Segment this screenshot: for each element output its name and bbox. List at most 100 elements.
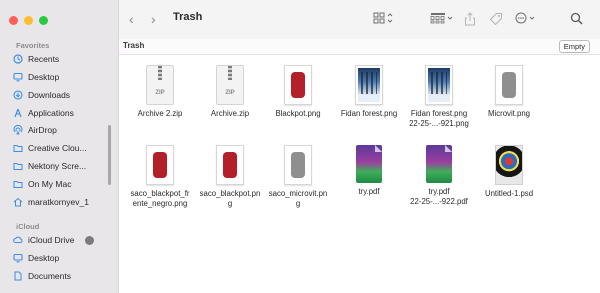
file-item[interactable]: Microvit.png (473, 65, 545, 119)
sidebar-item-documents[interactable]: Documents (13, 268, 71, 284)
sidebar-item-nektony[interactable]: Nektony Scre... (13, 158, 86, 174)
image-thumbnail (495, 65, 523, 105)
file-name: saco_blackpot.pn (199, 189, 261, 198)
file-name: Archive.zip (210, 109, 250, 118)
cloud-icon (13, 236, 23, 243)
file-name-line2: g (227, 199, 233, 208)
pdf-file-icon (426, 145, 452, 183)
file-item[interactable]: Fidan forest.png 22-25-...-921.png (403, 65, 475, 129)
document-icon (14, 271, 22, 281)
image-thumbnail (284, 145, 312, 185)
file-name: try.pdf (358, 187, 380, 196)
sidebar-item-label: Downloads (28, 90, 71, 100)
file-item[interactable]: ZIP Archive.zip (194, 65, 266, 119)
toolbar: ‹ › Trash (119, 0, 600, 40)
sidebar-item-label: Desktop (28, 253, 60, 263)
icon-view-button[interactable] (373, 12, 393, 24)
image-thumbnail (146, 145, 174, 185)
file-item[interactable]: try.pdf 22-25-...-922.pdf (403, 145, 475, 207)
home-icon (13, 197, 23, 207)
psd-file-icon (495, 145, 523, 185)
sync-status-icon (85, 235, 95, 245)
sidebar-item-creative-cloud[interactable]: Creative Clou... (13, 140, 87, 156)
sidebar-item-label: Documents (28, 271, 71, 281)
file-grid: ZIP Archive 2.zip ZIP Archive.zip Blackp… (119, 55, 600, 293)
file-name: Blackpot.png (275, 109, 321, 118)
file-name: Fidan forest.png (340, 109, 398, 118)
file-name: Fidan forest.png (410, 109, 468, 118)
sidebar-item-airdrop[interactable]: AirDrop (13, 122, 57, 138)
file-name: Archive 2.zip (137, 109, 183, 118)
favorites-section-title: Favorites (16, 41, 50, 50)
file-item[interactable]: try.pdf (333, 145, 405, 197)
sidebar-item-icloud-desktop[interactable]: Desktop (13, 250, 59, 266)
file-item[interactable]: ZIP Archive 2.zip (124, 65, 196, 119)
file-name-line2: ente_negro.png (132, 199, 188, 208)
tag-icon[interactable] (489, 12, 503, 26)
empty-trash-button[interactable]: Empty (558, 40, 590, 53)
file-name: saco_microvit.pn (268, 189, 328, 198)
sidebar-item-label: Desktop (28, 72, 60, 82)
window-title: Trash (173, 11, 203, 23)
image-thumbnail (216, 145, 244, 185)
file-name: Untitled-1.psd (484, 189, 534, 198)
file-name: Microvit.png (487, 109, 531, 118)
desktop-icon (13, 253, 23, 263)
sidebar-item-desktop[interactable]: Desktop (13, 69, 59, 85)
pdf-file-icon (356, 145, 382, 183)
image-thumbnail (355, 65, 383, 105)
sidebar-item-icloud-drive[interactable]: iCloud Drive (13, 232, 95, 248)
zip-file-icon: ZIP (216, 65, 244, 105)
close-button[interactable] (9, 16, 18, 25)
folder-label: Trash (123, 41, 145, 50)
applications-icon (14, 108, 22, 118)
icloud-section-title: iCloud (16, 222, 40, 231)
image-thumbnail (425, 65, 453, 105)
file-name-line2: 22-25-...-921.png (409, 119, 469, 128)
sidebar-item-recents[interactable]: Recents (13, 51, 59, 67)
finder-window: Favorites Recents Desktop Downloads Appl… (0, 0, 600, 293)
download-icon (13, 90, 23, 100)
zoom-button[interactable] (39, 16, 48, 25)
airdrop-icon (13, 125, 23, 135)
minimize-button[interactable] (24, 16, 33, 25)
forward-button[interactable]: › (151, 11, 156, 27)
file-item[interactable]: Untitled-1.psd (473, 145, 545, 199)
share-icon[interactable] (464, 12, 476, 26)
zip-file-icon: ZIP (146, 65, 174, 105)
window-controls (9, 16, 48, 25)
clock-icon (13, 54, 23, 64)
path-bar: Trash Empty (119, 39, 600, 55)
sidebar-item-label: maratkornyev_1 (28, 197, 89, 207)
file-name-line2: g (295, 199, 301, 208)
sidebar-item-applications[interactable]: Applications (13, 105, 74, 121)
group-by-button[interactable] (430, 12, 454, 24)
sidebar-item-downloads[interactable]: Downloads (13, 87, 70, 103)
folder-icon (13, 145, 23, 152)
file-item[interactable]: saco_blackpot.pn g (194, 145, 266, 209)
desktop-icon (13, 72, 23, 82)
sidebar: Favorites Recents Desktop Downloads Appl… (0, 0, 119, 293)
file-item[interactable]: Fidan forest.png (333, 65, 405, 119)
sidebar-item-label: Nektony Scre... (28, 161, 87, 171)
sidebar-item-label: Applications (28, 108, 74, 118)
sidebar-item-label: Recents (28, 54, 60, 64)
folder-icon (13, 163, 23, 170)
file-name: try.pdf (428, 187, 450, 196)
sidebar-scrollbar[interactable] (108, 125, 111, 185)
sidebar-item-label: On My Mac (28, 179, 72, 189)
file-name: saco_blackpot_fr (130, 189, 190, 198)
sidebar-item-home[interactable]: maratkornyev_1 (13, 194, 89, 210)
back-button[interactable]: ‹ (129, 11, 134, 27)
search-icon[interactable] (570, 12, 583, 25)
file-item[interactable]: Blackpot.png (262, 65, 334, 119)
folder-icon (13, 181, 23, 188)
sidebar-item-label: Creative Clou... (28, 143, 87, 153)
sidebar-item-on-my-mac[interactable]: On My Mac (13, 176, 71, 192)
image-thumbnail (284, 65, 312, 105)
more-actions-icon[interactable] (515, 12, 539, 24)
sidebar-item-label: AirDrop (28, 125, 57, 135)
file-item[interactable]: saco_microvit.pn g (262, 145, 334, 209)
sidebar-item-label: iCloud Drive (28, 235, 75, 245)
file-item[interactable]: saco_blackpot_fr ente_negro.png (124, 145, 196, 209)
